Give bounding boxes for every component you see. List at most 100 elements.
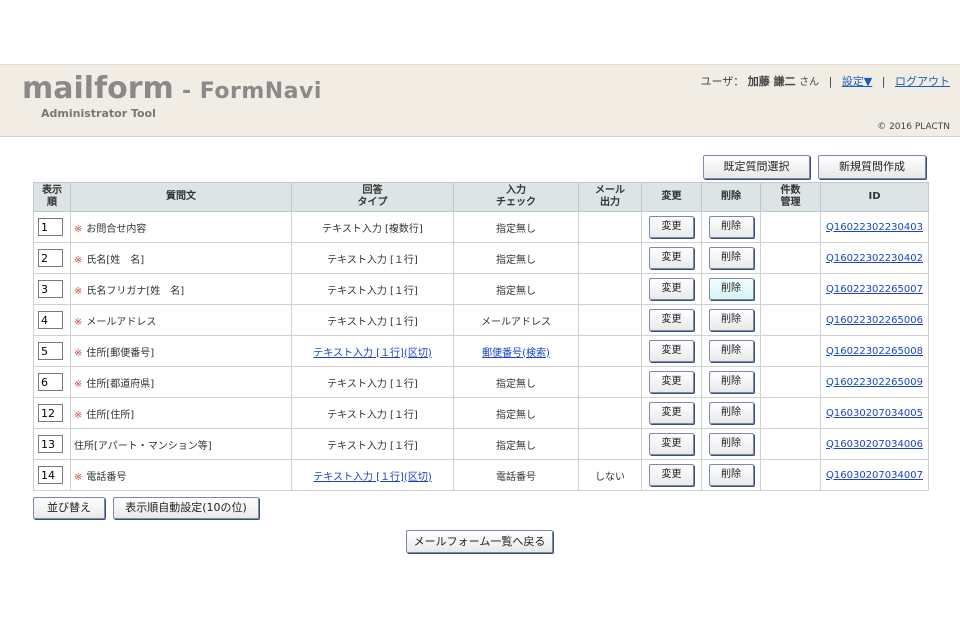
delete-button[interactable]: 削除 (708, 371, 754, 393)
edit-button[interactable]: 変更 (649, 278, 694, 300)
edit-button[interactable]: 変更 (649, 371, 694, 393)
delete-button[interactable]: 削除 (708, 402, 754, 424)
question-text: お問合せ内容 (86, 223, 147, 235)
question-text: メールアドレス (86, 316, 157, 328)
required-mark: ※ (74, 409, 83, 421)
edit-button[interactable]: 変更 (649, 433, 694, 455)
new-question-button[interactable]: 新規質問作成 (818, 155, 926, 179)
input-check-cell: メールアドレス (453, 304, 579, 336)
mail-output-cell (578, 273, 642, 305)
question-id-link[interactable]: Q16022302265006 (826, 315, 923, 326)
order-input[interactable] (38, 435, 63, 453)
delete-button[interactable]: 削除 (708, 433, 754, 455)
edit-button[interactable]: 変更 (649, 247, 694, 269)
table-row: 住所[アパート・マンション等] テキスト入力 [１行] 指定無し 変更削除 Q16030… (33, 428, 929, 460)
required-mark: ※ (74, 347, 83, 359)
order-input[interactable] (38, 280, 63, 298)
answer-type-link[interactable]: テキスト入力 [１行](区切) (313, 472, 431, 483)
header-input-check: 入力 チェック (453, 182, 579, 212)
answer-type-text: テキスト入力 [１行] (327, 378, 418, 390)
mail-output-cell (578, 335, 642, 367)
header-delete: 削除 (701, 182, 761, 212)
edit-button[interactable]: 変更 (649, 216, 694, 238)
table-header-row: 表示順 質問文 回答 タイプ 入力 チェック メール 出力 変更 削除 件数 管理 ID (33, 182, 929, 212)
header-mail-output: メール 出力 (578, 182, 642, 212)
settings-link[interactable]: 設定▼ (842, 75, 872, 88)
delete-button[interactable]: 削除 (708, 247, 754, 269)
order-input[interactable] (38, 466, 63, 484)
count-cell (760, 428, 821, 460)
question-id-link[interactable]: Q16022302230402 (826, 253, 923, 264)
edit-button[interactable]: 変更 (649, 340, 694, 362)
edit-button[interactable]: 変更 (649, 309, 694, 331)
back-to-list-button[interactable]: メールフォーム一覧へ戻る (406, 530, 553, 553)
delete-button[interactable]: 削除 (708, 278, 754, 300)
table-row: ※住所[郵便番号] テキスト入力 [１行](区切) 郵便番号(検索) 変更削除 Q160… (33, 335, 929, 367)
answer-type-text: テキスト入力 [１行] (327, 316, 418, 328)
delete-cell: 削除 (701, 304, 761, 336)
preset-question-button[interactable]: 既定質問選択 (703, 155, 810, 179)
header-edit: 変更 (641, 182, 702, 212)
auto-order-button[interactable]: 表示順自動設定(10の位) (113, 497, 259, 519)
order-input[interactable] (38, 342, 63, 360)
id-cell: Q16022302265006 (820, 304, 929, 336)
answer-type-cell: テキスト入力 [１行] (291, 366, 454, 398)
user-label: ユーザ： (700, 75, 745, 88)
id-cell: Q16030207034006 (820, 428, 929, 460)
order-cell (33, 459, 71, 491)
question-cell: ※ お問合せ内容 (70, 211, 292, 243)
mail-output-cell: しない (578, 459, 642, 491)
question-id-link[interactable]: Q16022302265008 (826, 346, 923, 357)
answer-type-cell: テキスト入力 [１行] (291, 397, 454, 429)
question-cell: ※ メールアドレス (70, 304, 292, 336)
edit-cell: 変更 (641, 335, 702, 367)
edit-button[interactable]: 変更 (649, 402, 694, 424)
id-cell: Q16030207034005 (820, 397, 929, 429)
delete-button[interactable]: 削除 (708, 464, 754, 486)
answer-type-text: テキスト入力 [１行] (327, 254, 418, 266)
question-id-link[interactable]: Q16030207034007 (826, 470, 923, 481)
question-id-link[interactable]: Q16030207034005 (826, 408, 923, 419)
order-input[interactable] (38, 249, 63, 267)
question-id-link[interactable]: Q16030207034006 (826, 439, 923, 450)
input-check-link[interactable]: 郵便番号(検索) (482, 348, 550, 359)
order-cell (33, 397, 71, 429)
delete-cell: 削除 (701, 428, 761, 460)
sort-button[interactable]: 並び替え (33, 497, 105, 519)
edit-button[interactable]: 変更 (649, 464, 694, 486)
table-row: ※氏名[姓 名] テキスト入力 [１行] 指定無し 変更削除 Q160223022304… (33, 242, 929, 274)
header-order: 表示順 (33, 182, 71, 212)
question-cell: ※ 住所[都道府県] (70, 366, 292, 398)
answer-type-cell: テキスト入力 [複数行] (291, 211, 454, 243)
input-check-cell: 指定無し (453, 273, 579, 305)
logo: mailform - FormNavi (22, 71, 322, 106)
delete-cell: 削除 (701, 397, 761, 429)
answer-type-text: テキスト入力 [１行] (327, 440, 418, 452)
delete-button[interactable]: 削除 (708, 340, 754, 362)
question-id-link[interactable]: Q16022302265007 (826, 284, 923, 295)
input-check-text: 指定無し (496, 254, 536, 266)
answer-type-link[interactable]: テキスト入力 [１行](区切) (313, 348, 431, 359)
order-input[interactable] (38, 218, 63, 236)
edit-cell: 変更 (641, 273, 702, 305)
question-text: 住所[アパート・マンション等] (74, 440, 212, 452)
question-cell: ※ 氏名[姓 名] (70, 242, 292, 274)
table-row: ※住所[都道府県] テキスト入力 [１行] 指定無し 変更削除 Q16022302265… (33, 366, 929, 398)
order-input[interactable] (38, 404, 63, 422)
delete-button[interactable]: 削除 (708, 216, 754, 238)
logo-subtitle: Administrator Tool (41, 107, 156, 120)
logout-link[interactable]: ログアウト (895, 75, 950, 88)
question-cell: ※ 氏名フリガナ[姓 名] (70, 273, 292, 305)
question-id-link[interactable]: Q16022302230403 (826, 222, 923, 233)
order-input[interactable] (38, 373, 63, 391)
question-cell: ※ 住所[住所] (70, 397, 292, 429)
order-cell (33, 211, 71, 243)
question-id-link[interactable]: Q16022302265009 (826, 377, 923, 388)
answer-type-cell: テキスト入力 [１行] (291, 273, 454, 305)
mail-output-cell (578, 304, 642, 336)
table-row: ※氏名フリガナ[姓 名] テキスト入力 [１行] 指定無し 変更削除 Q16022302… (33, 273, 929, 305)
question-text: 住所[都道府県] (86, 378, 155, 390)
delete-button[interactable]: 削除 (708, 309, 754, 331)
table-row: ※住所[住所] テキスト入力 [１行] 指定無し 変更削除 Q1603020703400… (33, 397, 929, 429)
order-input[interactable] (38, 311, 63, 329)
